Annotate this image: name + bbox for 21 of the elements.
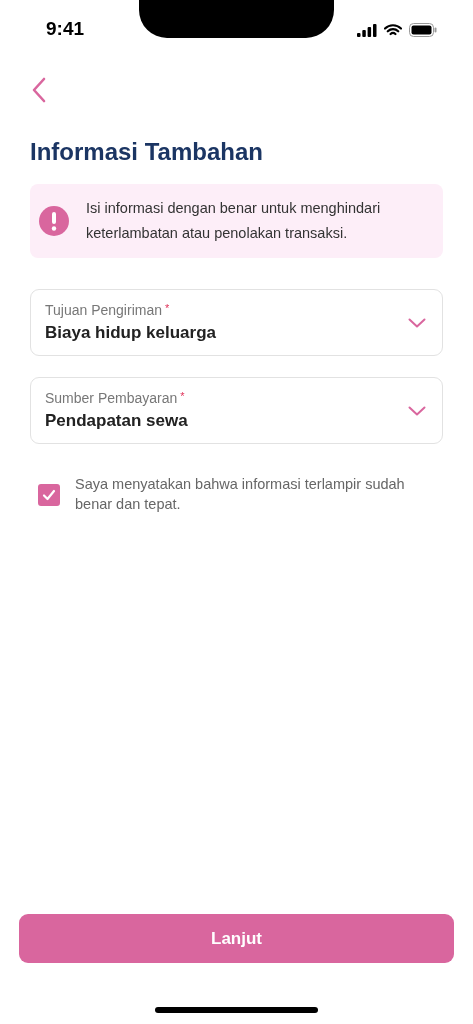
wifi-icon <box>384 23 402 37</box>
checkbox[interactable] <box>38 484 60 506</box>
exclamation-icon <box>39 206 69 236</box>
field-value: Pendapatan sewa <box>45 411 188 431</box>
consent-text: Saya menyatakan bahwa informasi terlampir sudah benar dan tepat. <box>75 475 406 514</box>
chevron-down-icon <box>408 405 426 416</box>
field-label: Tujuan Pengiriman <box>45 302 162 318</box>
dropdown-field[interactable]: Tujuan Pengiriman * Biaya hidup keluarga <box>30 289 443 356</box>
check-icon <box>42 489 56 501</box>
alert-message: Isi informasi dengan benar untuk menghindari keterlambatan atau penolakan transaksi. <box>86 199 382 243</box>
field-label: Sumber Pembayaran <box>45 390 178 406</box>
status-time: 9:41 <box>46 18 85 40</box>
required-mark: * <box>165 302 170 316</box>
signal-icon <box>357 23 377 37</box>
field-value: Biaya hidup keluarga <box>45 323 216 343</box>
dropdown-field[interactable]: Sumber Pembayaran * Pendapatan sewa <box>30 377 443 444</box>
chevron-down-icon <box>408 317 426 328</box>
battery-icon <box>409 23 437 37</box>
required-mark: * <box>180 390 185 404</box>
page-title: Informasi Tambahan <box>30 138 264 166</box>
back-button[interactable] <box>30 77 48 105</box>
